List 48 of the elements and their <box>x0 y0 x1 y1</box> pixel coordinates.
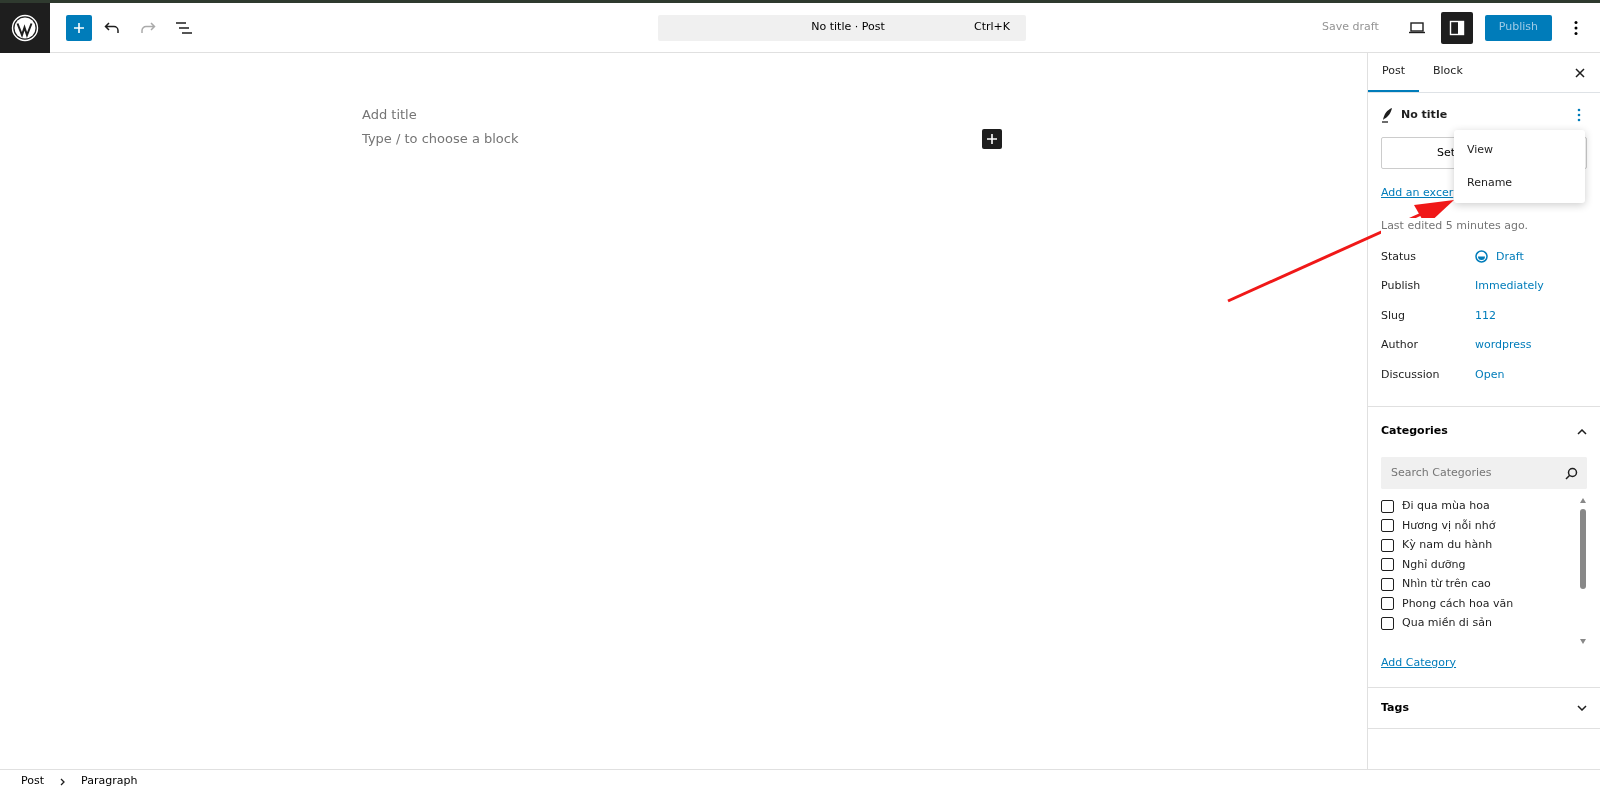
field-value[interactable]: 112 <box>1475 307 1496 324</box>
tags-header[interactable]: Tags <box>1381 688 1587 728</box>
category-label: Qua miền di sản <box>1402 615 1492 631</box>
field-value[interactable]: Draft <box>1496 248 1524 265</box>
field-value[interactable]: Immediately <box>1475 278 1544 295</box>
field-label: Slug <box>1381 307 1406 324</box>
category-label: Phong cách hoa văn <box>1402 595 1514 612</box>
add-excerpt-link[interactable]: Add an excer <box>1381 186 1454 199</box>
category-label: Hương vị nỗi nhớ <box>1402 517 1496 534</box>
checkbox[interactable] <box>1381 538 1394 552</box>
command-bar[interactable]: No title · Post Ctrl+K <box>658 14 1026 41</box>
search-icon <box>1565 466 1578 480</box>
add-block-button[interactable] <box>982 128 1002 149</box>
sidebar-tab[interactable]: Block <box>1419 53 1477 92</box>
checkbox[interactable] <box>1381 616 1394 630</box>
field-value[interactable]: wordpress <box>1475 337 1532 354</box>
field-value[interactable]: Open <box>1475 366 1505 383</box>
post-title: No title <box>1401 106 1449 123</box>
breadcrumb-item[interactable]: Paragraph <box>81 773 138 790</box>
checkbox[interactable] <box>1381 519 1394 533</box>
feather-icon <box>1381 107 1393 123</box>
plus-icon <box>73 21 85 34</box>
sidebar-tab[interactable]: Post <box>1368 53 1419 92</box>
last-edited-text: Last edited 5 minutes ago. <box>1381 217 1529 234</box>
category-label: Đi qua mùa hoa <box>1402 498 1490 514</box>
title-placeholder[interactable]: Add title <box>362 105 1002 125</box>
menu-item[interactable]: Rename <box>1454 166 1585 199</box>
checkbox[interactable] <box>1381 577 1394 591</box>
field-label: Publish <box>1381 278 1422 294</box>
chevron-icon <box>60 777 65 786</box>
field-label: Discussion <box>1381 366 1441 383</box>
categories-header[interactable]: Categories <box>1381 406 1587 457</box>
checkbox[interactable] <box>1381 558 1394 572</box>
wordpress-logo-icon[interactable] <box>0 2 50 53</box>
field-label: Author <box>1381 337 1420 353</box>
category-label: Nghỉ dưỡng <box>1402 556 1466 573</box>
block-placeholder[interactable]: Type / to choose a block <box>362 128 982 149</box>
add-category-link[interactable]: Add Category <box>1381 655 1457 669</box>
status-icon <box>1475 250 1488 264</box>
menu-item[interactable]: View <box>1454 134 1585 167</box>
checkbox[interactable] <box>1381 597 1394 611</box>
category-label: Nhìn từ trên cao <box>1402 576 1491 592</box>
checkbox[interactable] <box>1381 499 1394 513</box>
settings-panel-icon[interactable] <box>1440 11 1473 44</box>
breadcrumb-item[interactable]: Post <box>21 773 44 790</box>
plus-icon <box>987 133 997 144</box>
field-label: Status <box>1381 248 1418 265</box>
category-label: Kỳ nam du hành <box>1402 537 1493 553</box>
